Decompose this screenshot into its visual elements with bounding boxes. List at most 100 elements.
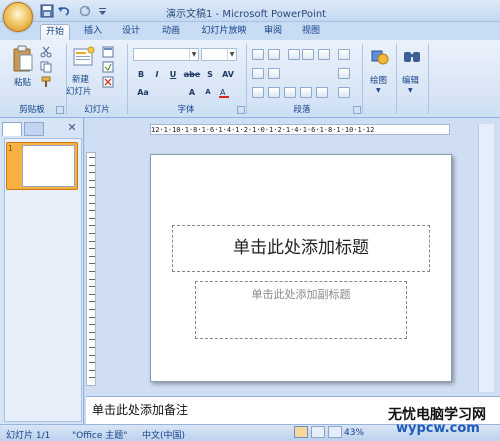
window-title: 演示文稿1 - Microsoft PowerPoint <box>166 9 327 20</box>
align-text-icon[interactable] <box>268 68 280 79</box>
ribbon-tab-bar: 开始 插入 设计 动画 幻灯片放映 审阅 视图 <box>0 22 500 40</box>
ruler-tick <box>89 347 95 348</box>
bold-button[interactable]: B <box>134 69 148 81</box>
group-divider <box>246 44 247 114</box>
office-button[interactable] <box>3 2 33 32</box>
ruler-tick <box>89 187 95 189</box>
ruler-tick <box>89 217 95 219</box>
tab-insert[interactable]: 插入 <box>80 24 106 40</box>
font-color-icon[interactable]: A <box>218 87 234 99</box>
editing-label: 编辑 <box>402 76 420 86</box>
format-painter-icon[interactable] <box>40 76 52 88</box>
columns-icon[interactable] <box>252 68 264 79</box>
columns-paragraph-icon[interactable] <box>338 87 350 98</box>
bullets-icon[interactable] <box>252 49 264 60</box>
slide-thumbnail[interactable] <box>22 145 75 187</box>
font-name-combo[interactable]: ▼ <box>133 48 199 61</box>
font-group-label: 字体 <box>177 105 195 115</box>
ruler-tick <box>89 157 95 158</box>
find-icon[interactable] <box>402 47 422 67</box>
font-dialog-launcher[interactable] <box>237 106 245 114</box>
shadow-button[interactable]: S <box>203 69 217 81</box>
tab-slideshow[interactable]: 幻灯片放映 <box>198 24 250 40</box>
distribute-icon[interactable] <box>316 87 328 98</box>
text-direction-icon[interactable] <box>338 49 350 60</box>
strikethrough-button[interactable]: abe <box>183 69 201 81</box>
new-slide-label-line2: 幻灯片 <box>66 87 92 97</box>
ruler-tick <box>89 316 95 318</box>
drawing-icon[interactable] <box>370 47 390 67</box>
drawing-label: 绘图 <box>370 76 388 86</box>
paste-icon[interactable] <box>12 45 34 73</box>
theme-indicator: "Office 主题" <box>72 431 128 441</box>
subtitle-placeholder[interactable]: 单击此处添加副标题 <box>195 281 407 339</box>
zoom-level[interactable]: 43% <box>344 428 364 438</box>
tab-design[interactable]: 设计 <box>118 24 144 40</box>
layout-icon[interactable] <box>102 46 114 58</box>
tab-view[interactable]: 视图 <box>298 24 324 40</box>
ruler-tick <box>89 164 95 166</box>
ruler-tick <box>89 233 95 234</box>
font-size-combo[interactable]: ▼ <box>201 48 237 61</box>
paragraph-dialog-launcher[interactable] <box>353 106 361 114</box>
tab-animations[interactable]: 动画 <box>158 24 184 40</box>
reset-icon[interactable] <box>102 61 114 73</box>
normal-view-icon[interactable] <box>294 426 308 438</box>
cut-icon[interactable] <box>40 46 52 58</box>
numbering-icon[interactable] <box>268 49 280 60</box>
slide-sorter-icon[interactable] <box>311 426 325 438</box>
tab-home[interactable]: 开始 <box>40 24 70 40</box>
ruler-tick <box>89 309 95 310</box>
ruler-tick <box>89 195 95 196</box>
italic-button[interactable]: I <box>150 69 164 81</box>
align-center-icon[interactable] <box>268 87 280 98</box>
char-spacing-button[interactable]: AV <box>219 69 237 81</box>
decrease-indent-icon[interactable] <box>288 49 300 60</box>
ruler-tick <box>89 263 95 265</box>
pane-tabs: ✕ <box>2 122 82 136</box>
new-slide-icon[interactable] <box>72 45 96 69</box>
ruler-tick <box>89 225 95 227</box>
clipboard-group-label: 剪贴板 <box>19 105 45 115</box>
slides-tab[interactable] <box>2 122 22 136</box>
align-left-icon[interactable] <box>252 87 264 98</box>
clipboard-dialog-launcher[interactable] <box>56 106 64 114</box>
group-divider <box>127 44 128 114</box>
underline-button[interactable]: U <box>166 69 180 81</box>
outline-tab[interactable] <box>24 122 44 136</box>
language-indicator: 中文(中国) <box>142 431 186 441</box>
justify-icon[interactable] <box>300 87 312 98</box>
ruler-tick <box>89 324 95 326</box>
new-slide-label: 新建 <box>72 75 90 85</box>
slide-indicator: 幻灯片 1/1 <box>6 431 51 441</box>
grow-font-button[interactable]: A <box>185 87 199 99</box>
align-right-icon[interactable] <box>284 87 296 98</box>
close-pane-icon[interactable]: ✕ <box>66 122 78 134</box>
ruler-tick <box>89 286 95 288</box>
increase-indent-icon[interactable] <box>302 49 314 60</box>
tab-review[interactable]: 审阅 <box>260 24 286 40</box>
ruler-tick <box>89 179 95 181</box>
slides-group-label: 幻灯片 <box>84 105 110 115</box>
convert-smartart-icon[interactable] <box>338 68 350 79</box>
svg-text:A: A <box>220 88 226 97</box>
undo-icon[interactable] <box>57 4 71 18</box>
redo-icon[interactable] <box>78 4 92 18</box>
shrink-font-button[interactable]: A <box>201 87 215 99</box>
copy-icon[interactable] <box>40 61 52 73</box>
slideshow-view-icon[interactable] <box>328 426 342 438</box>
vertical-ruler <box>86 152 96 386</box>
group-divider <box>362 44 363 114</box>
editing-dropdown-icon[interactable]: ▼ <box>408 87 413 94</box>
delete-slide-icon[interactable] <box>102 76 114 88</box>
title-placeholder[interactable]: 单击此处添加标题 <box>172 225 430 272</box>
line-spacing-icon[interactable] <box>318 49 330 60</box>
change-case-button[interactable]: Aa <box>134 87 152 99</box>
drawing-dropdown-icon[interactable]: ▼ <box>376 87 381 94</box>
ruler-tick <box>89 210 95 212</box>
slide-number: 1 <box>8 144 14 153</box>
customize-quick-access-icon[interactable] <box>98 4 107 18</box>
save-icon[interactable] <box>40 4 54 18</box>
vertical-scrollbar[interactable] <box>478 124 494 392</box>
paragraph-group-label: 段落 <box>293 105 311 115</box>
